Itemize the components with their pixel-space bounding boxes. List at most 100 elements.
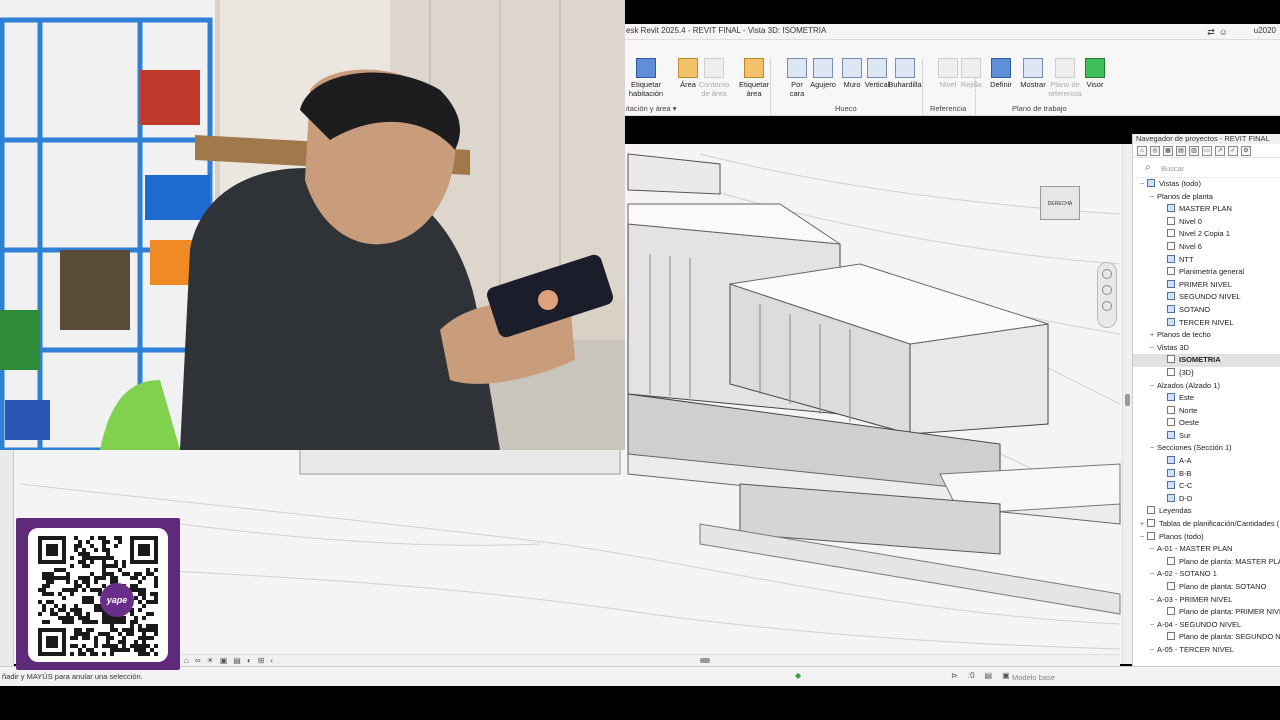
home-icon[interactable]: ⌂ [184, 656, 189, 665]
glasses-icon[interactable]: ∞ [195, 656, 201, 665]
tree-item[interactable]: + Tablas de planificación/Cantidades ( [1133, 518, 1280, 531]
tree-item[interactable]: − Secciones (Sección 1) [1133, 442, 1280, 455]
project-browser-search[interactable]: ⌕ Buscar [1133, 158, 1280, 178]
sheet-icon[interactable]: ▭ [1202, 146, 1212, 156]
tree-item-label: Norte [1179, 405, 1198, 415]
tree-item[interactable]: ISOMETRIA [1133, 354, 1280, 367]
tree-item[interactable]: Plano de planta: MASTER PLA [1133, 556, 1280, 569]
tree-item[interactable]: A-A [1133, 455, 1280, 468]
tree-item[interactable]: Leyendas [1133, 505, 1280, 518]
steering-wheel-icon[interactable] [1102, 269, 1112, 279]
worksharing-icon[interactable]: ⊞ [258, 656, 265, 665]
tree-item[interactable]: Oeste [1133, 417, 1280, 430]
qr-module [102, 568, 106, 572]
home-icon[interactable]: ⌂ [1137, 146, 1147, 156]
tree-expand-icon[interactable]: − [1147, 645, 1157, 658]
panel-label-area[interactable]: itación y área ▾ [626, 104, 676, 113]
tree-item[interactable]: − Planos de planta [1133, 191, 1280, 204]
qr-module [86, 616, 90, 620]
model-selector[interactable]: Modelo base [1012, 673, 1055, 682]
qr-module [102, 560, 106, 564]
ribbon-tool-icon [867, 58, 887, 78]
tree-item[interactable]: Nivel 2 Copia 1 [1133, 228, 1280, 241]
project-browser-title: Navegador de proyectos - REVIT FINAL [1133, 134, 1280, 144]
qr-module [138, 580, 142, 584]
tree-item[interactable]: Sur [1133, 430, 1280, 443]
qr-module [118, 648, 122, 652]
tree-item[interactable]: − Planos (todo) [1133, 531, 1280, 544]
tree-item[interactable]: + Planos de techo [1133, 329, 1280, 342]
qr-module [62, 616, 66, 620]
schedule-icon[interactable]: ▤ [1176, 146, 1186, 156]
table-icon[interactable]: ▦ [1163, 146, 1173, 156]
ribbon-button-14[interactable]: Visor [1075, 58, 1115, 89]
display-icon[interactable]: ▤ [233, 656, 241, 665]
tree-item[interactable]: − A-03 - PRIMER NIVEL [1133, 594, 1280, 607]
qr-module [150, 628, 154, 632]
tree-item[interactable]: MASTER PLAN [1133, 203, 1280, 216]
hide-icon[interactable]: ◐ [247, 656, 252, 665]
tree-item[interactable]: − A-02 - SOTANO 1 [1133, 568, 1280, 581]
qr-module [82, 616, 86, 620]
exchange-icon[interactable]: ⇄ [1207, 27, 1215, 38]
tree-item[interactable]: − A-04 - SEGUNDO NIVEL [1133, 619, 1280, 632]
tree-item[interactable]: Plano de planta: SEGUNDO N [1133, 631, 1280, 644]
tree-item[interactable]: SEGUNDO NIVEL [1133, 291, 1280, 304]
worksets-icon[interactable]: ◆ [795, 671, 801, 680]
crop-icon[interactable]: ▣ [220, 656, 228, 665]
tree-item[interactable]: Nivel 0 [1133, 216, 1280, 229]
tree-item[interactable]: Norte [1133, 405, 1280, 418]
scroll-left-icon[interactable]: ‹ [270, 656, 273, 665]
vertical-scrollbar-thumb[interactable] [1125, 394, 1130, 406]
tree-item[interactable]: SOTANO [1133, 304, 1280, 317]
qr-module [98, 536, 102, 540]
tree-item[interactable]: − Alzados (Alzado 1) [1133, 380, 1280, 393]
tree-item[interactable]: Este [1133, 392, 1280, 405]
navigation-bar[interactable] [1097, 262, 1117, 328]
qr-module [126, 572, 130, 576]
filter-icon[interactable]: ⊳ [951, 671, 958, 680]
check-icon[interactable]: ✓ [1228, 146, 1238, 156]
ribbon-button-8[interactable]: Buhardilla [885, 58, 925, 89]
qr-module [134, 644, 138, 648]
zoom-icon[interactable] [1102, 285, 1112, 295]
tree-item[interactable]: Plano de planta: SOTANO [1133, 581, 1280, 594]
qr-module [74, 544, 78, 548]
viewcube-face[interactable]: DERECHA [1048, 201, 1072, 207]
tree-item[interactable]: Planimetría general [1133, 266, 1280, 279]
viewcube[interactable]: DERECHA [1040, 186, 1080, 220]
tree-item[interactable]: − Vistas 3D [1133, 342, 1280, 355]
horizontal-scrollbar-thumb[interactable] [700, 658, 710, 663]
model-icon[interactable]: ▣ [1002, 671, 1010, 680]
tree-item[interactable]: − A-05 - TERCER NIVEL [1133, 644, 1280, 657]
lightbulb-icon[interactable]: ☀ [207, 656, 214, 665]
user-icon[interactable]: ☺ [1219, 27, 1228, 38]
qr-module [134, 584, 138, 588]
tree-item[interactable]: {3D} [1133, 367, 1280, 380]
design-options-icon[interactable]: ▤ [985, 671, 993, 680]
tree-item[interactable]: C-C [1133, 480, 1280, 493]
qr-module [66, 576, 70, 580]
tree-item[interactable]: PRIMER NIVEL [1133, 279, 1280, 292]
user-name[interactable]: u2020 [1254, 26, 1276, 35]
ribbon-button-3[interactable]: Etiquetar área [734, 58, 774, 98]
tree-item[interactable]: B-B [1133, 468, 1280, 481]
tree-item[interactable]: − A-01 - MASTER PLAN [1133, 543, 1280, 556]
tree-item[interactable]: NTT [1133, 254, 1280, 267]
qr-module [102, 556, 106, 560]
tree-item[interactable]: − Vistas (todo) [1133, 178, 1280, 191]
qr-module [74, 548, 78, 552]
ribbon-button-0[interactable]: Etiquetar habitación [626, 58, 666, 98]
view-icon[interactable]: ◎ [1150, 146, 1160, 156]
settings-icon[interactable]: ⚙ [1241, 146, 1251, 156]
qr-module [98, 556, 102, 560]
qr-module [106, 572, 110, 576]
tree-item[interactable]: Plano de planta: PRIMER NIVE [1133, 606, 1280, 619]
tree-item[interactable]: TERCER NIVEL [1133, 317, 1280, 330]
pan-icon[interactable] [1102, 301, 1112, 311]
vertical-scrollbar[interactable] [1122, 144, 1132, 664]
tree-item[interactable]: D-D [1133, 493, 1280, 506]
link-icon[interactable]: ↗ [1215, 146, 1225, 156]
legend-icon[interactable]: ▥ [1189, 146, 1199, 156]
tree-item[interactable]: Nivel 6 [1133, 241, 1280, 254]
